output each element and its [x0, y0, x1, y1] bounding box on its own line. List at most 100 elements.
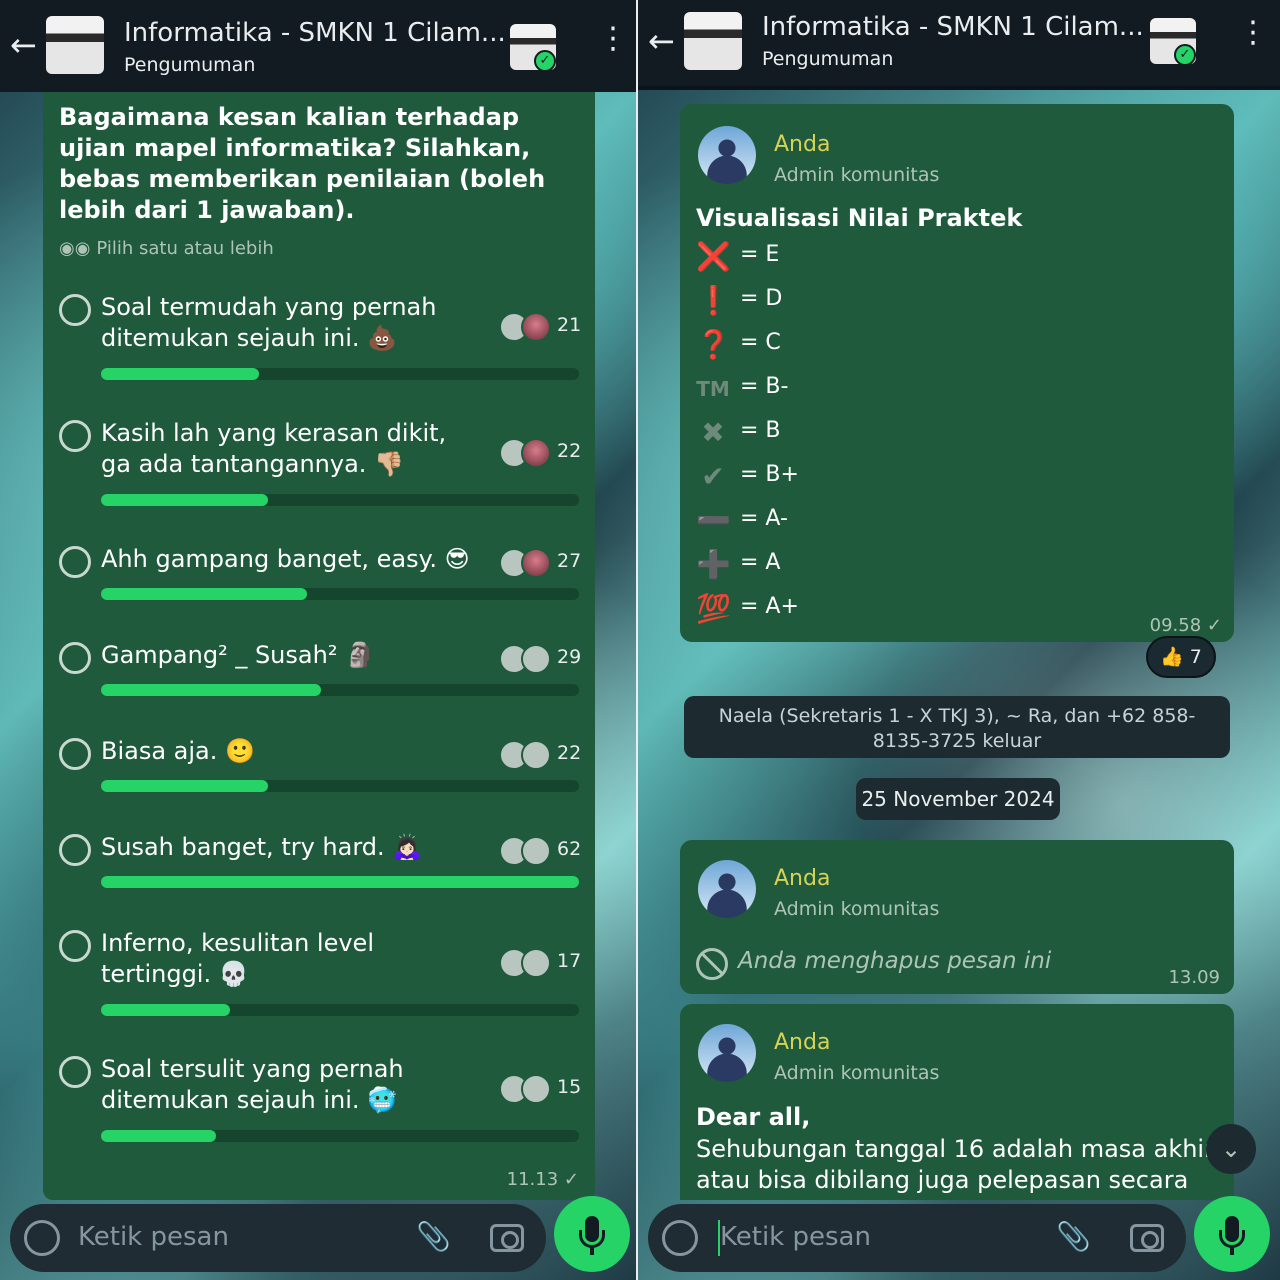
poll-option[interactable]: Ahh gampang banget, easy. 😎 27 — [59, 544, 581, 604]
camera-icon[interactable] — [1130, 1224, 1164, 1252]
vote-progress-bar — [101, 1130, 579, 1142]
group-avatar[interactable] — [46, 16, 104, 74]
voter-avatars[interactable] — [499, 644, 555, 674]
voter-avatar — [521, 312, 551, 342]
poll-option[interactable]: Kasih lah yang kerasan dikit, ga ada tan… — [59, 418, 581, 508]
grade-label: = A+ — [740, 594, 799, 619]
attach-icon[interactable]: 📎 — [1056, 1220, 1091, 1256]
message-bubble[interactable]: Anda Admin komunitas Dear all, Sehubunga… — [680, 1004, 1234, 1200]
poll-hint-text: Pilih satu atau lebih — [96, 238, 274, 259]
sender-role: Admin komunitas — [774, 898, 940, 920]
sender-avatar[interactable] — [698, 1024, 756, 1082]
grade-label: = B — [740, 418, 781, 443]
voter-avatar — [521, 438, 551, 468]
voice-message-button[interactable] — [1194, 1196, 1270, 1272]
grade-label: = E — [740, 242, 780, 267]
message-input[interactable]: Ketik pesan — [720, 1222, 871, 1252]
sender-name: Anda — [774, 132, 831, 157]
poll-option-radio[interactable] — [59, 642, 91, 674]
voter-avatars[interactable] — [499, 836, 555, 866]
voter-avatars[interactable] — [499, 740, 555, 770]
sender-role: Admin komunitas — [774, 164, 940, 186]
grade-symbol-icon: ➖ — [696, 504, 731, 537]
back-arrow-icon[interactable]: ← — [10, 28, 44, 62]
voter-avatars[interactable] — [499, 438, 555, 468]
vote-progress-fill — [101, 1004, 230, 1016]
camera-icon[interactable] — [490, 1224, 524, 1252]
grade-label: = D — [740, 286, 783, 311]
grade-symbol-icon: ➕ — [696, 548, 731, 581]
sender-avatar[interactable] — [698, 860, 756, 918]
vote-progress-fill — [101, 780, 268, 792]
voter-avatar — [521, 548, 551, 578]
scroll-down-icon[interactable]: ⌄ — [1206, 1124, 1256, 1174]
grade-label: = A- — [740, 506, 788, 531]
poll-option-radio[interactable] — [59, 1056, 91, 1088]
message-input-bar[interactable]: Ketik pesan 📎 — [10, 1204, 546, 1272]
attach-icon[interactable]: 📎 — [416, 1220, 451, 1256]
grade-label: = B- — [740, 374, 789, 399]
message-timestamp: 13.09 — [1168, 967, 1220, 988]
vote-progress-fill — [101, 494, 268, 506]
vote-progress-bar — [101, 780, 579, 792]
vote-progress-bar — [101, 1004, 579, 1016]
system-notice: Naela (Sekretaris 1 - X TKJ 3), ~ Ra, da… — [684, 696, 1230, 758]
vote-count: 15 — [557, 1076, 582, 1098]
poll-option-radio[interactable] — [59, 738, 91, 770]
message-input-bar[interactable]: Ketik pesan 📎 — [648, 1204, 1186, 1272]
sticker-icon[interactable] — [24, 1220, 60, 1256]
sender-name: Anda — [774, 866, 831, 891]
left-chat-panel: ← Informatika - SMKN 1 Cilam... Pengumum… — [0, 0, 636, 1280]
poll-option[interactable]: Gampang² _ Susah² 🗿 29 — [59, 640, 581, 700]
voice-message-button[interactable] — [554, 1196, 630, 1272]
vote-count: 17 — [557, 950, 582, 972]
check-icon: ✓ — [534, 50, 556, 72]
poll-option[interactable]: Soal termudah yang pernah ditemukan seja… — [59, 292, 581, 382]
grade-symbol-icon: TM — [696, 377, 730, 401]
more-options-icon[interactable]: ⋮ — [1238, 18, 1268, 48]
poll-option[interactable]: Inferno, kesulitan level tertinggi. 💀 17 — [59, 928, 582, 1018]
poll-option-radio[interactable] — [59, 546, 91, 578]
reaction-badge[interactable]: 👍 7 — [1146, 636, 1216, 678]
vote-progress-bar — [101, 684, 579, 696]
poll-option-radio[interactable] — [59, 294, 91, 326]
voter-avatars[interactable] — [499, 548, 555, 578]
poll-hint: ◉◉ Pilih satu atau lebih — [59, 238, 274, 259]
chat-title[interactable]: Informatika - SMKN 1 Cilam... — [124, 18, 506, 48]
deleted-icon — [696, 948, 728, 980]
voter-avatars[interactable] — [499, 312, 555, 342]
vote-progress-bar — [101, 368, 579, 380]
voter-avatars[interactable] — [499, 948, 555, 978]
double-check-icon: ◉◉ — [59, 238, 91, 259]
chat-subtitle: Pengumuman — [124, 54, 256, 76]
message-bubble[interactable]: Anda Admin komunitas Visualisasi Nilai P… — [680, 104, 1234, 642]
poll-option[interactable]: Biasa aja. 🙂 22 — [59, 736, 581, 796]
group-avatar[interactable] — [684, 12, 742, 70]
poll-option[interactable]: Susah banget, try hard. 🙇🏻‍♀️ 62 — [59, 832, 581, 892]
poll-option[interactable]: Soal tersulit yang pernah ditemukan seja… — [59, 1054, 582, 1144]
sender-name: Anda — [774, 1030, 831, 1055]
more-options-icon[interactable]: ⋮ — [598, 24, 628, 54]
poll-option-text: Soal termudah yang pernah ditemukan seja… — [101, 293, 437, 352]
poll-question: Bagaimana kesan kalian terhadap ujian ma… — [59, 103, 546, 224]
voter-avatars[interactable] — [499, 1074, 555, 1104]
deleted-message-text: Anda menghapus pesan ini — [738, 948, 1052, 974]
sender-avatar[interactable] — [698, 126, 756, 184]
poll-message: Bagaimana kesan kalian terhadap ujian ma… — [43, 92, 595, 1200]
vote-progress-bar — [101, 588, 579, 600]
emoji-icon[interactable] — [662, 1220, 698, 1256]
grade-label: = B+ — [740, 462, 799, 487]
message-bubble[interactable]: Anda Admin komunitas Anda menghapus pesa… — [680, 840, 1234, 994]
vote-progress-fill — [101, 1130, 216, 1142]
message-input[interactable]: Ketik pesan — [78, 1222, 229, 1252]
poll-option-radio[interactable] — [59, 930, 91, 962]
poll-option-radio[interactable] — [59, 420, 91, 452]
right-chat-panel: ← Informatika - SMKN 1 Cilam... Pengumum… — [638, 0, 1280, 1280]
voter-avatar — [521, 948, 551, 978]
vote-progress-bar — [101, 876, 579, 888]
poll-option-text: Biasa aja. 🙂 — [101, 737, 255, 765]
poll-option-text: Kasih lah yang kerasan dikit, ga ada tan… — [101, 419, 447, 478]
poll-option-radio[interactable] — [59, 834, 91, 866]
back-arrow-icon[interactable]: ← — [648, 24, 682, 58]
chat-title[interactable]: Informatika - SMKN 1 Cilam... — [762, 12, 1144, 42]
